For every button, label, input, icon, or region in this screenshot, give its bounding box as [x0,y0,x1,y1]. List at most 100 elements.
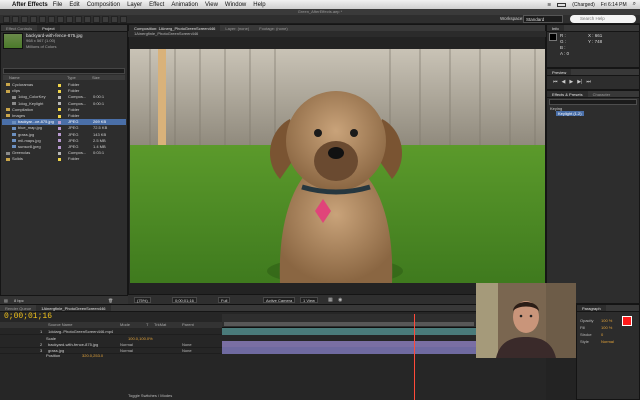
puppet-tool-icon[interactable] [120,16,127,23]
pen-tool-icon[interactable] [66,16,73,23]
tab-effect-controls[interactable]: Effect Controls [1,25,37,31]
layer-parent-select[interactable]: None [182,347,192,354]
tab-info[interactable]: Info [547,25,564,31]
tab-paragraph[interactable]: Paragraph [577,305,606,311]
project-item[interactable]: clips Folder [2,88,126,94]
toggle-switches-modes[interactable]: Toggle Switches / Modes [128,393,172,398]
prev-frame-icon[interactable]: ◀ [562,79,566,85]
layer-bar-1[interactable] [222,328,476,335]
timeline-current-time[interactable]: 0;00;01;16 [4,312,52,321]
app-menu[interactable]: After Effects [12,2,48,8]
battery-status[interactable]: (Charged) [572,2,595,8]
prop-position-value[interactable]: 320.0,253.0 [82,353,103,358]
search-help-input[interactable]: Search Help [570,15,636,23]
label-color-tag[interactable] [58,89,61,93]
project-item[interactable]: Compilation Folder [2,107,126,113]
camera-tool-icon[interactable] [39,16,46,23]
tab-character[interactable]: Character [588,91,616,97]
bpc-label[interactable]: 8 bpc [14,298,24,303]
timeline-layer-1[interactable]: 1 1dclarg..PhotoGreenScreen446.mp4 [0,328,222,335]
next-frame-icon[interactable]: ▶| [577,79,582,85]
hand-tool-icon[interactable] [12,16,19,23]
zoom-select[interactable]: (75%) [134,297,151,303]
menu-view[interactable]: View [205,2,218,8]
layer-bar-3[interactable] [222,347,476,354]
label-color-tag[interactable] [58,133,61,137]
project-item[interactable]: Greenclas Compos... 0:03:1 [2,150,126,156]
last-frame-icon[interactable]: ⏭ [586,79,591,85]
comp-breadcrumb[interactable]: 1Ainergfinle_PhotoGreenScreen446 [134,31,198,36]
label-color-tag[interactable] [58,83,61,87]
effects-search-input[interactable] [549,99,637,105]
workspace-select[interactable]: Standard [523,15,563,23]
selection-tool-icon[interactable] [3,16,10,23]
fill-value[interactable]: 100 % [601,324,614,331]
project-item[interactable]: sunscr8.jpeg JPEG 1.4 MB [2,144,126,150]
views-select[interactable]: 1 View [300,297,318,303]
spotlight-icon[interactable]: ⌕ [633,1,636,8]
type-tool-icon[interactable] [75,16,82,23]
clone-tool-icon[interactable] [93,16,100,23]
zoom-tool-icon[interactable] [21,16,28,23]
menu-help[interactable]: Help [253,2,265,8]
tab-render-queue[interactable]: Render Queue [0,305,36,311]
label-color-tag[interactable] [58,151,61,155]
opacity-value[interactable]: 100 % [601,317,614,324]
wifi-icon[interactable]: ≋ [547,2,551,8]
label-color-tag[interactable] [58,157,61,161]
menu-window[interactable]: Window [225,2,246,8]
label-color-tag[interactable] [58,102,61,106]
battery-icon[interactable] [557,2,567,7]
toggle-transparency-icon[interactable]: ▦ [328,297,333,303]
viewer-timecode[interactable]: 0;00;01;16 [172,297,197,303]
tab-timeline-comp[interactable]: 1Ainergfinle_PhotoGreenScreen446 [36,305,111,311]
col-size[interactable]: Size [92,75,100,80]
interpret-footage-icon[interactable]: ▤ [4,298,8,303]
tab-preview[interactable]: Preview [547,69,572,75]
menu-file[interactable]: File [53,2,63,8]
composition-canvas[interactable] [130,49,545,283]
project-item[interactable]: backyar...ce-875.jpg JPEG 269 KB [2,119,126,126]
tab-project[interactable]: Project [37,25,60,31]
resolution-select[interactable]: Full [218,297,231,303]
project-item[interactable]: Images Folder [2,113,126,119]
menu-composition[interactable]: Composition [87,2,120,8]
work-area-bar[interactable] [224,322,474,326]
brush-tool-icon[interactable] [84,16,91,23]
clock[interactable]: Fri 6:14 PM [601,2,627,8]
menu-layer[interactable]: Layer [127,2,142,8]
pan-behind-tool-icon[interactable] [48,16,55,23]
eraser-tool-icon[interactable] [102,16,109,23]
style-value[interactable]: Normal [601,338,614,345]
project-item[interactable]: grass.jpg JPEG 143 KB [2,132,126,138]
label-color-tag[interactable] [58,95,61,99]
effect-keylight[interactable]: Keylight (1.2) [556,111,584,116]
project-item[interactable]: Cycloramas Folder [2,82,126,88]
first-frame-icon[interactable]: ⏮ [553,79,558,85]
label-color-tag[interactable] [58,145,61,149]
label-color-tag[interactable] [58,120,61,124]
stroke-value[interactable]: 0 [601,331,614,338]
fill-color-swatch[interactable] [622,316,632,326]
snapshot-icon[interactable]: ◉ [338,297,342,303]
layer-mode-select[interactable]: Normal [120,347,133,354]
timeline-layer-3[interactable]: 3 grass.jpg Normal None [0,347,222,354]
menu-effect[interactable]: Effect [149,2,164,8]
col-type[interactable]: Type [67,75,76,80]
layer-name[interactable]: 1dclarg..PhotoGreenScreen446.mp4 [48,328,113,335]
menu-animation[interactable]: Animation [171,2,198,8]
project-item[interactable]: Solids Folder [2,156,126,162]
label-color-tag[interactable] [58,139,61,143]
roto-brush-tool-icon[interactable] [111,16,118,23]
play-icon[interactable]: ▶ [569,79,573,85]
project-item[interactable]: blue_map.jpg JPEG 72.5 KB [2,125,126,131]
project-search-input[interactable] [3,68,125,74]
camera-select[interactable]: Active Camera [263,297,296,303]
project-item[interactable]: 1dog_Keylight Compos... 0:00:1 [2,101,126,107]
project-item[interactable]: mil-maps.jpg JPEG 2.5 MB [2,138,126,144]
tab-effects-presets[interactable]: Effects & Presets [547,91,588,97]
menu-edit[interactable]: Edit [69,2,79,8]
project-item[interactable]: 1dog_ColorKey Compos... 0:00:1 [2,94,126,100]
label-color-tag[interactable] [58,108,61,112]
trash-icon[interactable]: 🗑 [108,298,113,303]
